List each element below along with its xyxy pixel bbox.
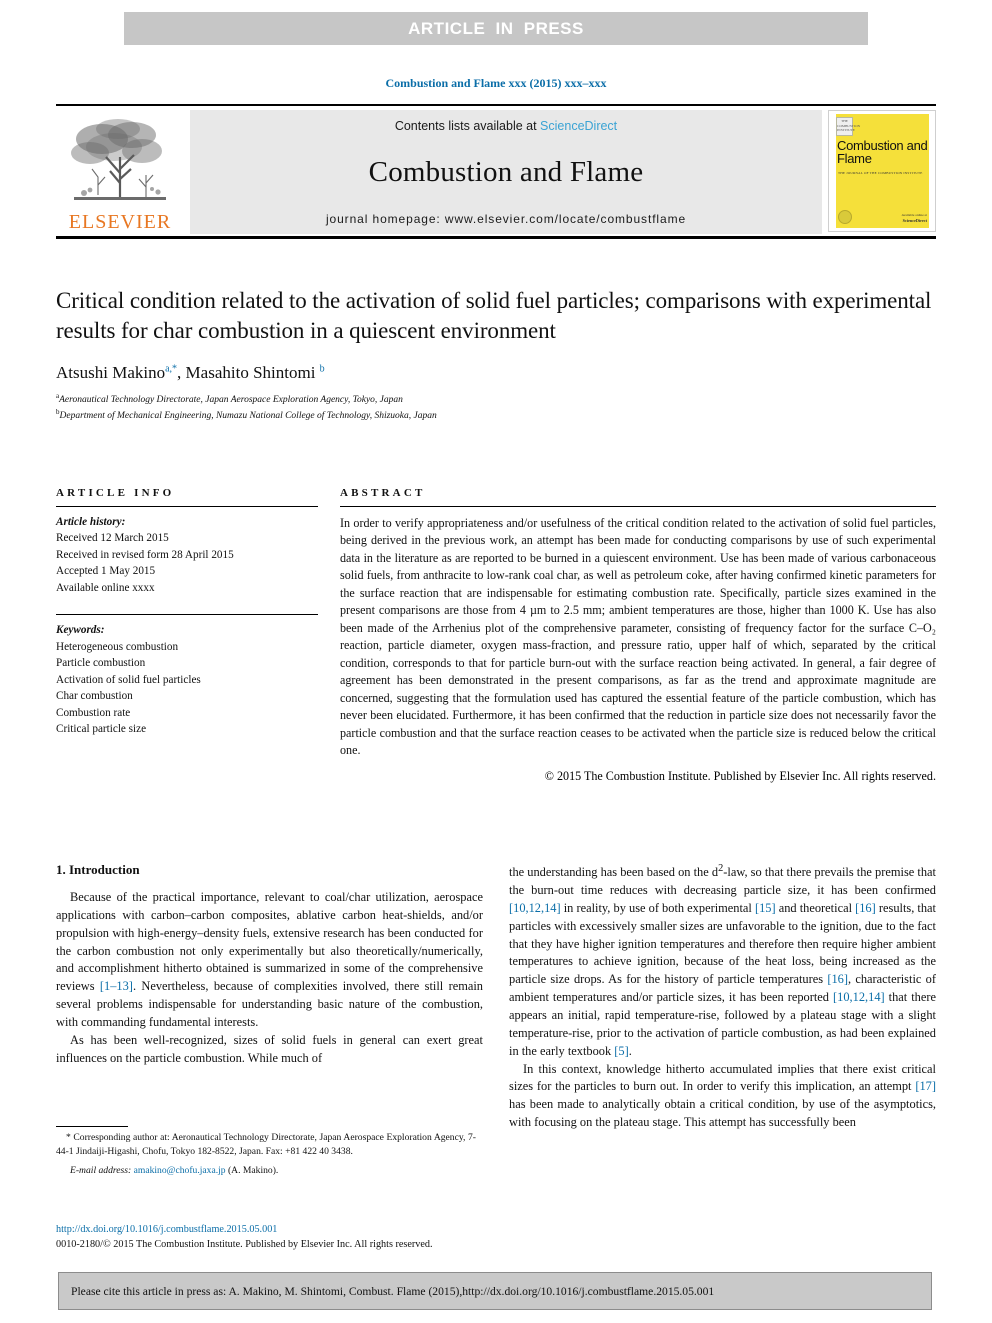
- article-history-label: Article history:: [56, 516, 126, 528]
- elsevier-wordmark: ELSEVIER: [68, 211, 172, 233]
- history-item: Accepted 1 May 2015: [56, 565, 156, 578]
- intro-paragraph-1: Because of the practical importance, rel…: [56, 889, 483, 1032]
- abstract-column: ABSTRACT In order to verify appropriaten…: [340, 487, 936, 784]
- issn-copyright-line: 0010-2180/© 2015 The Combustion Institut…: [56, 1239, 433, 1251]
- footnotes-block: * Corresponding author at: Aeronautical …: [56, 1126, 476, 1176]
- contents-lists-line: Contents lists available at ScienceDirec…: [395, 119, 617, 133]
- journal-cover-thumbnail[interactable]: THE COMBUSTION INSTITUTE Combustion and …: [828, 110, 936, 232]
- right-p2-b: has been made to analytically obtain a c…: [509, 1097, 936, 1130]
- info-abstract-section: ARTICLE INFO Article history: Received 1…: [56, 487, 936, 784]
- cover-elsevier-seal-icon: [838, 210, 852, 224]
- keyword-item: Heterogeneous combustion: [56, 640, 179, 653]
- intro-p1-text-a: Because of the practical importance, rel…: [56, 890, 483, 994]
- journal-masthead: ELSEVIER Contents lists available at Sci…: [56, 104, 936, 239]
- affiliation-a: aAeronautical Technology Directorate, Ja…: [56, 392, 936, 408]
- journal-reference-line: Combustion and Flame xxx (2015) xxx–xxx: [385, 76, 607, 90]
- citation-ref[interactable]: [1–13]: [100, 979, 133, 993]
- intro-paragraph-2: As has been well-recognized, sizes of so…: [56, 1032, 483, 1065]
- doi-link[interactable]: http://dx.doi.org/10.1016/j.combustflame…: [56, 1222, 556, 1237]
- masthead-bottom-rule: [56, 236, 936, 239]
- cite-doi-link[interactable]: http://dx.doi.org/10.1016/j.combustflame…: [462, 1285, 714, 1298]
- email-suffix: (A. Makino).: [225, 1165, 279, 1176]
- email-link[interactable]: amakino@chofu.jaxa.jp: [134, 1165, 226, 1176]
- citation-ref[interactable]: [17]: [915, 1079, 936, 1093]
- author-1-affil-marker[interactable]: a,*: [165, 364, 177, 375]
- sciencedirect-link[interactable]: ScienceDirect: [540, 119, 617, 133]
- abstract-heading: ABSTRACT: [340, 487, 426, 499]
- article-in-press-label: ARTICLE IN PRESS: [408, 18, 584, 38]
- intro-paragraph-1-continued: the understanding has been based on the …: [509, 862, 936, 1061]
- citation-ref[interactable]: [5]: [614, 1044, 628, 1058]
- article-info-column: ARTICLE INFO Article history: Received 1…: [56, 487, 318, 784]
- keywords-block: Keywords: Heterogeneous combustion Parti…: [56, 614, 318, 737]
- cover-journal-subtitle: THE JOURNAL OF THE COMBUSTION INSTITUTE: [838, 171, 923, 175]
- intro-paragraph-3: In this context, knowledge hitherto accu…: [509, 1061, 936, 1132]
- abstract-copyright: © 2015 The Combustion Institute. Publish…: [544, 768, 936, 783]
- affiliation-a-text: Aeronautical Technology Directorate, Jap…: [59, 395, 403, 406]
- keyword-item: Combustion rate: [56, 706, 131, 719]
- right-p1-h: .: [628, 1043, 632, 1058]
- journal-title: Combustion and Flame: [368, 156, 644, 188]
- masthead-center-panel: Contents lists available at ScienceDirec…: [190, 110, 822, 234]
- citation-ref[interactable]: [10,12,14]: [509, 901, 561, 915]
- title-block: Critical condition related to the activa…: [56, 286, 936, 424]
- citation-ref[interactable]: [10,12,14]: [833, 990, 885, 1004]
- footnote-separator-rule: [56, 1126, 128, 1127]
- page-title: Critical condition related to the activa…: [56, 288, 932, 344]
- cover-footer: Available online at ScienceDirect: [901, 213, 927, 223]
- corresponding-author-note: * Corresponding author at: Aeronautical …: [56, 1132, 476, 1157]
- right-p1-a: the understanding has been based on the …: [509, 865, 719, 880]
- right-p2-a: In this context, knowledge hitherto accu…: [509, 1061, 936, 1094]
- doi-issn-block: http://dx.doi.org/10.1016/j.combustflame…: [56, 1222, 556, 1253]
- cover-footer-bold: ScienceDirect: [902, 217, 927, 223]
- author-2-affil-marker[interactable]: b: [320, 364, 325, 375]
- history-item: Available online xxxx: [56, 581, 155, 594]
- elsevier-tree-icon: [71, 119, 166, 200]
- email-label: E-mail address:: [70, 1165, 132, 1176]
- keyword-item: Critical particle size: [56, 722, 147, 735]
- article-in-press-banner: ARTICLE IN PRESS: [124, 12, 868, 45]
- abstract-text: In order to verify appropriateness and/o…: [340, 516, 936, 758]
- article-history-block: Article history: Received 12 March 2015 …: [56, 507, 318, 596]
- affiliation-b-text: Department of Mechanical Engineering, Nu…: [59, 411, 437, 422]
- keyword-item: Particle combustion: [56, 657, 146, 670]
- body-column-right: the understanding has been based on the …: [509, 862, 936, 1132]
- elsevier-logo: ELSEVIER: [56, 110, 184, 234]
- journal-homepage-line[interactable]: journal homepage: www.elsevier.com/locat…: [326, 212, 686, 226]
- affiliation-b: bDepartment of Mechanical Engineering, N…: [56, 408, 936, 424]
- combustion-institute-badge-icon: THE COMBUSTION INSTITUTE: [836, 117, 860, 136]
- author-list: Atsushi Makinoa,*, Masahito Shintomi b: [56, 363, 936, 383]
- history-item: Received 12 March 2015: [56, 532, 169, 545]
- right-p1-d: and theoretical: [775, 900, 856, 915]
- cover-journal-title: Combustion and Flame: [837, 138, 928, 167]
- author-1: Atsushi Makino: [56, 363, 166, 383]
- history-item: Received in revised form 28 April 2015: [56, 548, 234, 561]
- keyword-item: Activation of solid fuel particles: [56, 673, 201, 686]
- keywords-label: Keywords:: [56, 624, 105, 637]
- section-heading-introduction: 1. Introduction: [56, 862, 140, 877]
- cite-this-article-box: Please cite this article in press as: A.…: [58, 1272, 932, 1310]
- keyword-item: Char combustion: [56, 690, 133, 703]
- body-column-left: 1. Introduction Because of the practical…: [56, 862, 483, 1132]
- affiliations: aAeronautical Technology Directorate, Ja…: [56, 392, 936, 423]
- right-p1-c: in reality, by use of both experimental: [560, 900, 755, 915]
- citation-ref[interactable]: [16]: [827, 972, 848, 986]
- contents-lists-prefix: Contents lists available at: [394, 119, 541, 133]
- citation-ref[interactable]: [16]: [855, 901, 876, 915]
- body-columns: 1. Introduction Because of the practical…: [56, 862, 936, 1132]
- article-info-heading: ARTICLE INFO: [56, 487, 175, 499]
- cite-prefix: Please cite this article in press as: A.…: [71, 1284, 463, 1298]
- citation-ref[interactable]: [15]: [755, 901, 776, 915]
- email-note: E-mail address: amakino@chofu.jaxa.jp (A…: [56, 1165, 476, 1176]
- author-2: , Masahito Shintomi: [177, 363, 320, 383]
